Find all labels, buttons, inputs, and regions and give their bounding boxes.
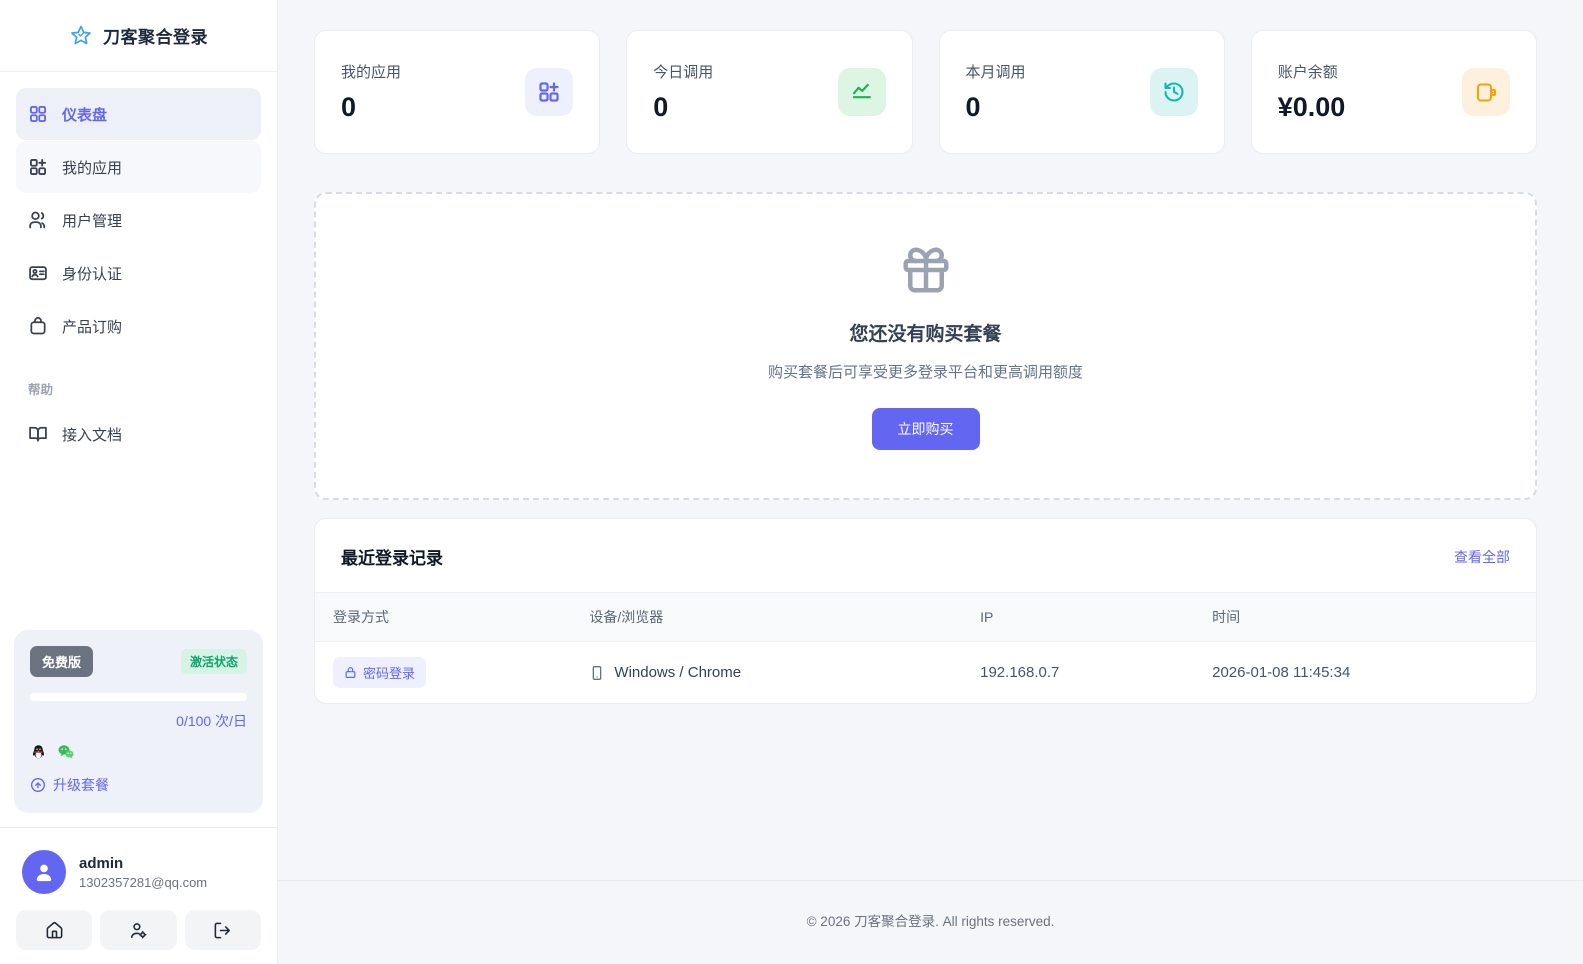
dashboard-grid-icon bbox=[28, 104, 48, 124]
avatar bbox=[22, 850, 66, 894]
device-label: Windows / Chrome bbox=[614, 664, 742, 681]
sidebar: 刀客聚合登录 仪表盘 我的应用 用户管理 身份认证 产品订购 帮助 接入文档 免… bbox=[0, 0, 278, 964]
sidebar-item-label: 我的应用 bbox=[62, 159, 123, 177]
no-package-empty-state: 您还没有购买套餐 购买套餐后可享受更多登录平台和更高调用额度 立即购买 bbox=[314, 192, 1537, 500]
sidebar-item-dashboard[interactable]: 仪表盘 bbox=[16, 88, 261, 140]
logout-button[interactable] bbox=[184, 910, 261, 950]
sidebar-item-users[interactable]: 用户管理 bbox=[16, 194, 261, 246]
smartphone-icon bbox=[589, 665, 605, 681]
sidebar-item-label: 仪表盘 bbox=[62, 106, 108, 124]
table-header-row: 登录方式 设备/浏览器 IP 时间 bbox=[315, 592, 1536, 642]
sidebar-item-label: 身份认证 bbox=[62, 265, 123, 283]
empty-state-title: 您还没有购买套餐 bbox=[849, 323, 1002, 345]
plan-badge: 免费版 bbox=[30, 646, 94, 677]
stat-label: 我的应用 bbox=[341, 64, 402, 81]
recent-logins-table: 登录方式 设备/浏览器 IP 时间 密码登录 Windows / Chrome … bbox=[315, 592, 1536, 703]
stat-card-my-apps: 我的应用 0 bbox=[314, 30, 601, 154]
user-row: admin 1302357281@qq.com bbox=[16, 846, 261, 910]
user-actions bbox=[16, 910, 261, 950]
lock-icon bbox=[344, 666, 357, 679]
quota-text: 0/100 次/日 bbox=[176, 713, 247, 729]
stat-value: 0 bbox=[341, 92, 357, 122]
table-row: 密码登录 Windows / Chrome 192.168.0.7 2026-0… bbox=[315, 642, 1536, 704]
user-gear-icon bbox=[129, 921, 148, 940]
empty-state-subtitle: 购买套餐后可享受更多登录平台和更高调用额度 bbox=[767, 363, 1083, 381]
footer: © 2026 刀客聚合登录. All rights reserved. bbox=[278, 880, 1583, 964]
recent-logins-card: 最近登录记录 查看全部 登录方式 设备/浏览器 IP 时间 密码登录 Windo… bbox=[314, 518, 1537, 704]
wechat-icon bbox=[57, 743, 75, 761]
user-block: admin 1302357281@qq.com bbox=[0, 827, 277, 964]
sidebar-item-my-apps[interactable]: 我的应用 bbox=[16, 141, 261, 193]
sidebar-nav: 仪表盘 我的应用 用户管理 身份认证 产品订购 bbox=[0, 72, 277, 353]
grid-plus-icon bbox=[28, 157, 48, 177]
sidebar-item-label: 产品订购 bbox=[62, 318, 123, 336]
stat-label: 本月调用 bbox=[965, 64, 1026, 81]
book-open-icon bbox=[28, 424, 48, 444]
stat-value: ¥0.00 bbox=[1277, 92, 1346, 122]
column-header-time: 时间 bbox=[1194, 592, 1536, 642]
platform-icons bbox=[30, 743, 247, 761]
stat-value: 0 bbox=[965, 92, 981, 122]
user-email: 1302357281@qq.com bbox=[79, 874, 208, 890]
stat-label: 账户余额 bbox=[1277, 64, 1338, 81]
help-section-label: 帮助 bbox=[28, 383, 54, 397]
account-settings-button[interactable] bbox=[100, 910, 177, 950]
shopping-bag-icon bbox=[28, 316, 48, 336]
upgrade-plan-label: 升级套餐 bbox=[53, 777, 109, 793]
home-icon bbox=[45, 921, 64, 940]
recent-logins-title: 最近登录记录 bbox=[341, 549, 443, 568]
app-title: 刀客聚合登录 bbox=[103, 28, 208, 47]
sidebar-item-identity[interactable]: 身份认证 bbox=[16, 247, 261, 299]
logout-icon bbox=[213, 921, 232, 940]
stat-value: 0 bbox=[653, 92, 669, 122]
stat-card-month-calls: 本月调用 0 bbox=[938, 30, 1225, 154]
time-value: 2026-01-08 11:45:34 bbox=[1212, 664, 1351, 681]
sidebar-item-label: 用户管理 bbox=[62, 212, 123, 230]
id-card-icon bbox=[28, 263, 48, 283]
column-header-device: 设备/浏览器 bbox=[571, 592, 963, 642]
plan-card: 免费版 激活状态 0/100 次/日 升级套餐 bbox=[14, 630, 263, 813]
upgrade-plan-link[interactable]: 升级套餐 bbox=[30, 775, 247, 795]
column-header-ip: IP bbox=[962, 592, 1195, 642]
login-method-label: 密码登录 bbox=[363, 666, 416, 681]
stat-card-balance: 账户余额 ¥0.00 bbox=[1250, 30, 1537, 154]
app-logo: 刀客聚合登录 bbox=[0, 0, 277, 72]
column-header-method: 登录方式 bbox=[315, 592, 572, 642]
copyright-text: © 2026 刀客聚合登录. All rights reserved. bbox=[806, 914, 1055, 929]
status-badge: 激活状态 bbox=[180, 649, 247, 674]
history-clock-icon bbox=[1149, 68, 1198, 116]
users-icon bbox=[28, 210, 48, 230]
sidebar-item-products[interactable]: 产品订购 bbox=[16, 300, 261, 352]
view-all-link[interactable]: 查看全部 bbox=[1454, 547, 1510, 567]
arrow-up-circle-icon bbox=[30, 777, 46, 793]
login-method-badge: 密码登录 bbox=[333, 657, 427, 688]
area-chart-icon bbox=[837, 68, 886, 116]
grid-plus-icon bbox=[525, 68, 574, 116]
buy-now-button[interactable]: 立即购买 bbox=[871, 407, 980, 450]
ip-value: 192.168.0.7 bbox=[980, 664, 1060, 681]
main-area: 我的应用 0 今日调用 0 本月调用 0 账户余额 ¥0.00 您还没有购买套餐… bbox=[278, 0, 1583, 964]
star-logo-icon bbox=[69, 24, 93, 48]
stat-card-today-calls: 今日调用 0 bbox=[626, 30, 913, 154]
help-nav: 接入文档 bbox=[0, 408, 277, 461]
quota-progress-bar bbox=[30, 693, 247, 701]
sidebar-item-label: 接入文档 bbox=[62, 426, 123, 444]
stat-cards-row: 我的应用 0 今日调用 0 本月调用 0 账户余额 ¥0.00 bbox=[314, 30, 1537, 154]
stat-label: 今日调用 bbox=[653, 64, 714, 81]
user-name: admin bbox=[79, 854, 124, 872]
wallet-icon bbox=[1462, 68, 1510, 116]
qq-icon bbox=[30, 744, 47, 761]
gift-icon bbox=[899, 243, 953, 297]
home-button[interactable] bbox=[16, 910, 93, 950]
sidebar-item-docs[interactable]: 接入文档 bbox=[16, 408, 261, 460]
